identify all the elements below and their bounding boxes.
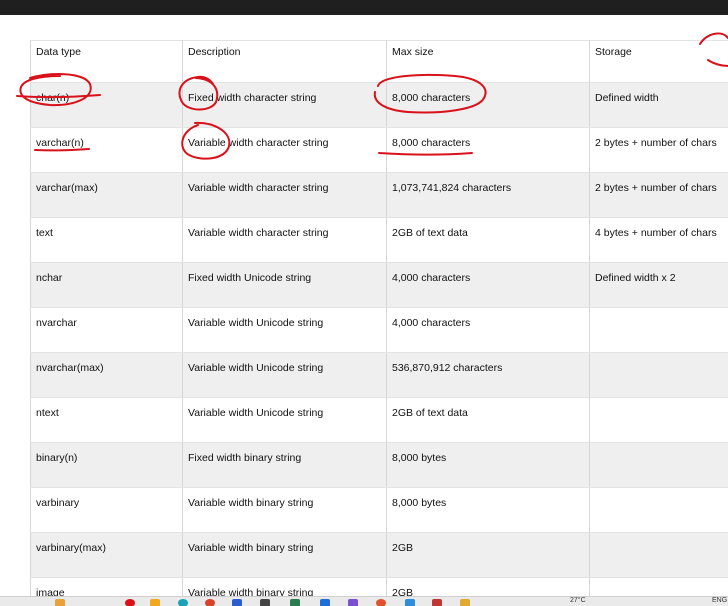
cell-description: Variable width binary string	[182, 487, 387, 533]
file-explorer-icon[interactable]	[55, 599, 65, 606]
cell-max-size: 4,000 characters	[386, 262, 590, 308]
data-types-table-container: Data type Description Max size Storage c…	[30, 40, 728, 600]
cell-storage: 2 bytes + number of chars	[589, 127, 728, 173]
table-row: ntext Variable width Unicode string 2GB of…	[30, 397, 728, 443]
table-row: varchar(max) Variable width character str…	[30, 172, 728, 218]
cell-max-size: 2GB of text data	[386, 217, 590, 263]
table-row: varchar(n) Variable width character strin…	[30, 127, 728, 173]
table-row: binary(n) Fixed width binary string 8,000 …	[30, 442, 728, 488]
media-icon[interactable]	[348, 599, 358, 606]
cell-data-type: binary(n)	[30, 442, 183, 488]
cell-description: Variable width Unicode string	[182, 352, 387, 398]
cell-max-size: 8,000 bytes	[386, 487, 590, 533]
header-max-size: Max size	[386, 40, 590, 83]
cell-description: Fixed width Unicode string	[182, 262, 387, 308]
cell-storage	[589, 487, 728, 533]
table-row: char(n) Fixed width character string 8,000…	[30, 82, 728, 128]
notes-icon[interactable]	[460, 599, 470, 606]
spreadsheet-icon[interactable]	[290, 599, 300, 606]
cell-description: Variable width Unicode string	[182, 307, 387, 353]
window-title-bar	[0, 0, 728, 15]
cell-data-type: nvarchar	[30, 307, 183, 353]
cell-description: Fixed width character string	[182, 82, 387, 128]
cell-description: Variable width binary string	[182, 532, 387, 578]
chrome-icon[interactable]	[205, 599, 215, 606]
cell-max-size: 536,870,912 characters	[386, 352, 590, 398]
cell-storage: 2 bytes + number of chars	[589, 172, 728, 218]
cell-description: Variable width character string	[182, 127, 387, 173]
cell-max-size: 8,000 bytes	[386, 442, 590, 488]
pdf-icon[interactable]	[432, 599, 442, 606]
header-description: Description	[182, 40, 387, 83]
cell-max-size: 4,000 characters	[386, 307, 590, 353]
header-storage: Storage	[589, 40, 728, 83]
cell-description: Variable width Unicode string	[182, 397, 387, 443]
weather-temperature[interactable]: 27°C	[570, 597, 586, 604]
table-row: varbinary(max) Variable width binary stri…	[30, 532, 728, 578]
cell-storage	[589, 532, 728, 578]
cell-description: Variable width character string	[182, 172, 387, 218]
cell-data-type: varbinary(max)	[30, 532, 183, 578]
cell-data-type: ntext	[30, 397, 183, 443]
cell-max-size: 8,000 characters	[386, 127, 590, 173]
mail-icon[interactable]	[320, 599, 330, 606]
cell-max-size: 8,000 characters	[386, 82, 590, 128]
taskbar: 27°C ENG	[0, 596, 728, 606]
folder-icon[interactable]	[150, 599, 160, 606]
store-icon[interactable]	[405, 599, 415, 606]
table-row: nvarchar Variable width Unicode string 4,0…	[30, 307, 728, 353]
cell-data-type: varchar(max)	[30, 172, 183, 218]
cell-storage: Defined width	[589, 82, 728, 128]
table-row: varbinary Variable width binary string 8,0…	[30, 487, 728, 533]
cell-storage	[589, 397, 728, 443]
terminal-icon[interactable]	[260, 599, 270, 606]
cell-storage: 4 bytes + number of chars	[589, 217, 728, 263]
cell-description: Variable width character string	[182, 217, 387, 263]
cell-storage	[589, 352, 728, 398]
cell-max-size: 2GB	[386, 532, 590, 578]
music-icon[interactable]	[376, 599, 386, 606]
cell-description: Fixed width binary string	[182, 442, 387, 488]
language-indicator[interactable]: ENG	[712, 597, 727, 604]
data-types-table: Data type Description Max size Storage c…	[30, 40, 728, 600]
table-header-row: Data type Description Max size Storage	[30, 40, 728, 83]
table-row: nvarchar(max) Variable width Unicode stri…	[30, 352, 728, 398]
cell-data-type: nvarchar(max)	[30, 352, 183, 398]
table-row: nchar Fixed width Unicode string 4,000 cha…	[30, 262, 728, 308]
cell-max-size: 1,073,741,824 characters	[386, 172, 590, 218]
cell-data-type: text	[30, 217, 183, 263]
browser-icon[interactable]	[178, 599, 188, 606]
cell-max-size: 2GB of text data	[386, 397, 590, 443]
table-row: text Variable width character string 2GB o…	[30, 217, 728, 263]
cell-data-type: char(n)	[30, 82, 183, 128]
cell-data-type: nchar	[30, 262, 183, 308]
cell-storage	[589, 307, 728, 353]
cell-storage	[589, 442, 728, 488]
header-data-type: Data type	[30, 40, 183, 83]
app-icon[interactable]	[125, 599, 135, 606]
cell-data-type: varchar(n)	[30, 127, 183, 173]
cell-data-type: varbinary	[30, 487, 183, 533]
calendar-icon[interactable]	[232, 599, 242, 606]
cell-storage: Defined width x 2	[589, 262, 728, 308]
